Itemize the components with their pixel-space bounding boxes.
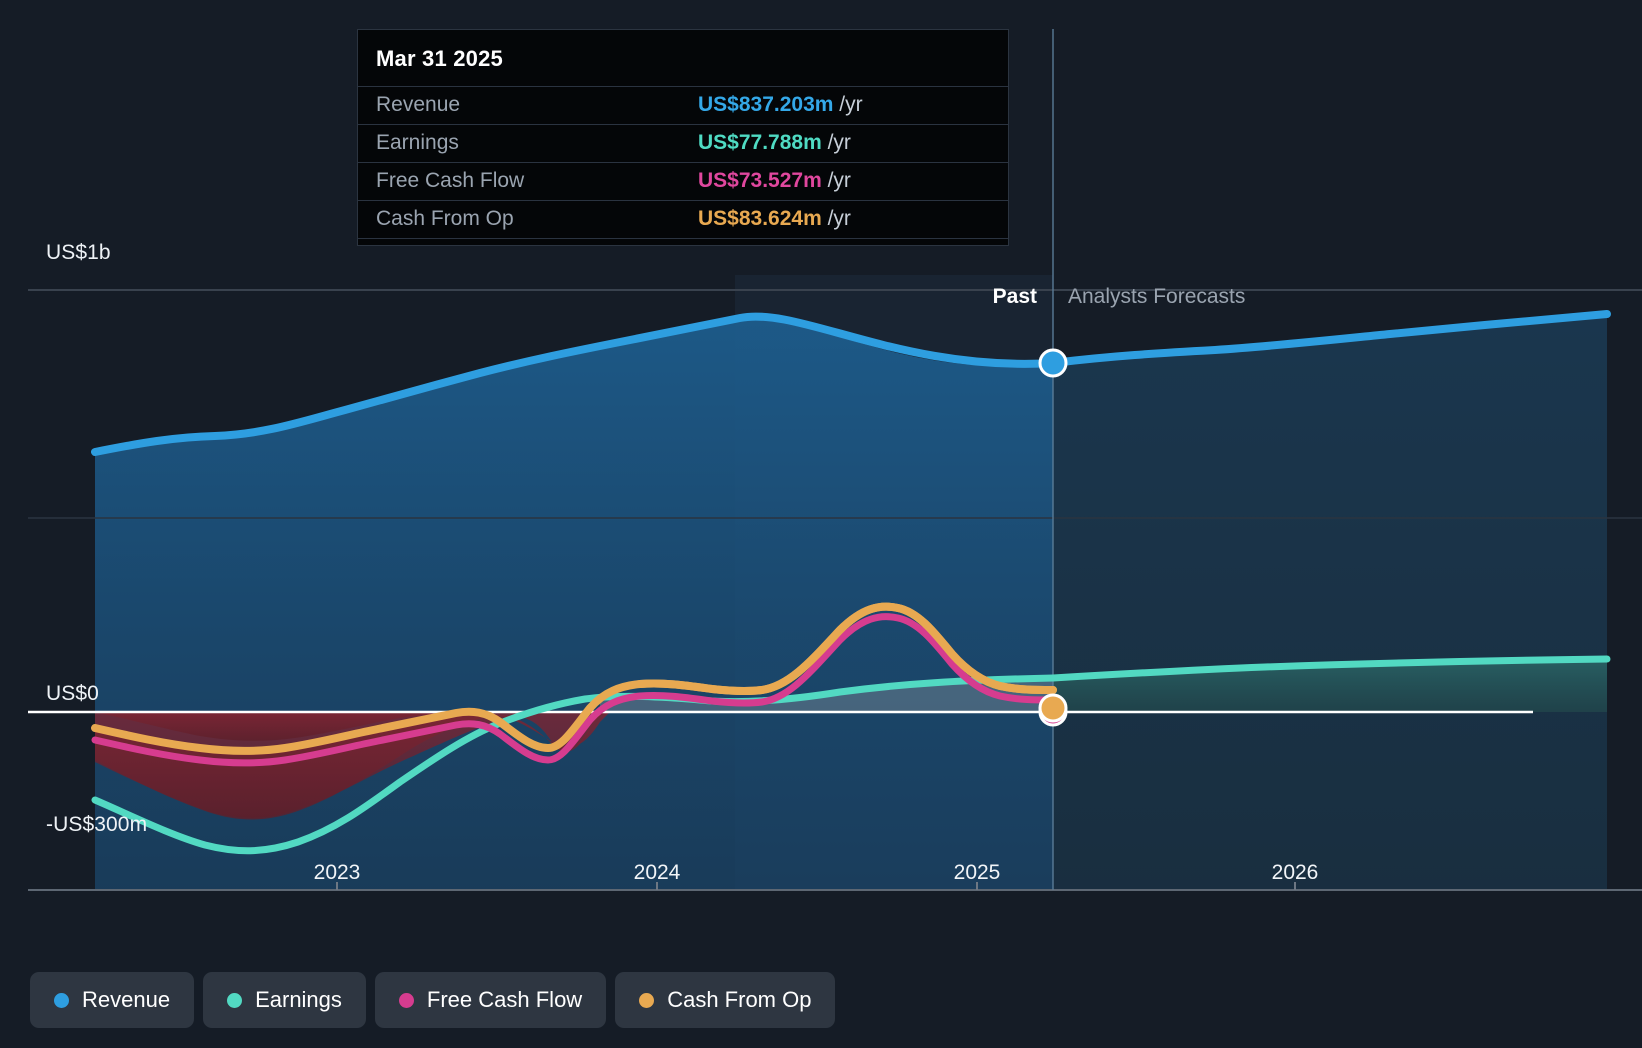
x-axis-label-2024: 2024 [633,861,681,884]
tooltip-metric-value: US$83.624m /yr [698,200,1008,239]
past-period-label: Past [992,285,1037,308]
legend-item-free-cash-flow[interactable]: Free Cash Flow [374,972,607,1028]
y-axis-label-zero: US$0 [46,682,99,705]
tooltip-row: Revenue US$837.203m /yr [358,86,1008,125]
chart-screenshot: US$1b US$0 -US$300m 2023 2024 2025 2026 … [0,0,1642,1048]
x-axis-label-2023: 2023 [313,861,361,884]
x-axis-label-2026: 2026 [1271,861,1319,884]
tooltip-table: Revenue US$837.203m /yr Earnings US$77.788m… [358,86,1008,239]
cash-from-op-hover-marker[interactable] [1038,693,1068,723]
y-axis-label-top: US$1b [46,241,111,264]
chart-legend: Revenue Earnings Free Cash Flow Cash From O… [30,972,836,1028]
legend-item-cash-from-op[interactable]: Cash From Op [615,972,836,1028]
legend-item-label: Cash From Op [667,987,812,1012]
revenue-hover-marker[interactable] [1038,348,1068,378]
tooltip-row: Cash From Op US$83.624m /yr [358,200,1008,239]
tooltip-metric-amount: US$837.203m [698,93,834,116]
y-axis-label-bottom: -US$300m [46,813,148,836]
legend-item-label: Revenue [82,987,171,1012]
tooltip-metric-unit: /yr [821,131,851,154]
tooltip-metric-unit: /yr [821,207,851,230]
tooltip-date: Mar 31 2025 [376,46,503,71]
tooltip-metric-amount: US$77.788m [698,131,822,154]
legend-item-label: Free Cash Flow [426,987,583,1012]
x-axis-label-2025: 2025 [953,861,1001,884]
tooltip-metric-unit: /yr [821,169,851,192]
legend-color-dot-icon [639,992,655,1008]
legend-color-dot-icon [227,992,243,1008]
tooltip-metric-label: Free Cash Flow [358,162,698,201]
tooltip-metric-value: US$77.788m /yr [698,124,1008,163]
tooltip-metric-unit: /yr [833,93,863,116]
tooltip-metric-label: Cash From Op [358,200,698,239]
legend-color-dot-icon [398,992,414,1008]
legend-item-earnings[interactable]: Earnings [203,972,366,1028]
hover-tooltip: Mar 31 2025 Revenue US$837.203m /yr Earnin… [357,29,1009,246]
legend-item-revenue[interactable]: Revenue [30,972,195,1028]
legend-color-dot-icon [54,992,69,1008]
forecast-period-label: Analysts Forecasts [1068,285,1246,308]
legend-item-label: Earnings [255,987,342,1012]
tooltip-metric-value: US$73.527m /yr [698,162,1008,201]
tooltip-row: Free Cash Flow US$73.527m /yr [358,162,1008,201]
tooltip-metric-amount: US$73.527m [698,169,822,192]
tooltip-metric-label: Revenue [358,86,698,125]
tooltip-metric-label: Earnings [358,124,698,163]
tooltip-metric-amount: US$83.624m [698,207,822,230]
tooltip-row: Earnings US$77.788m /yr [358,124,1008,163]
revenue-area-forecast [1053,314,1607,890]
tooltip-metric-value: US$837.203m /yr [698,86,1008,125]
